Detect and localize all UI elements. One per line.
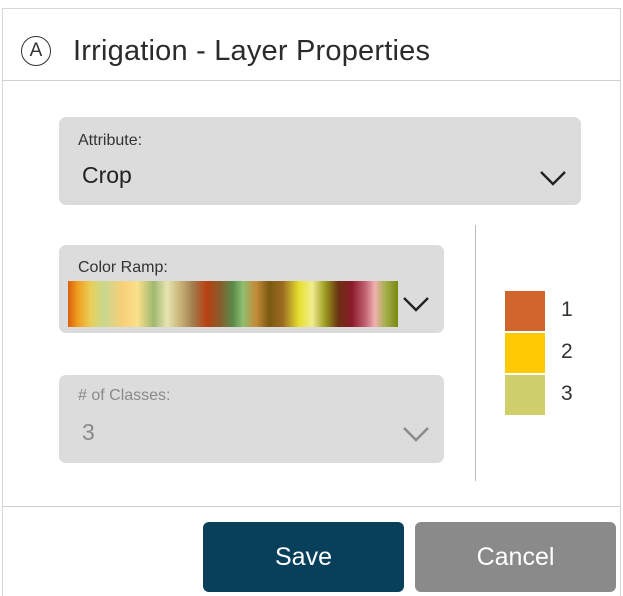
chevron-down-icon [403,427,429,442]
attribute-label: Attribute: [78,132,143,149]
color-ramp-dropdown[interactable]: Color Ramp: [59,245,444,333]
attribute-dropdown[interactable]: Attribute: Crop [59,117,581,205]
classes-dropdown[interactable]: # of Classes: 3 [59,375,444,463]
vertical-divider [475,225,476,481]
layer-letter-icon: A [21,36,51,66]
legend-item: 2 [505,333,605,375]
legend-item: 3 [505,375,605,417]
legend-item: 1 [505,291,605,333]
class-legend: 1 2 3 [505,291,605,417]
color-ramp-label: Color Ramp: [78,259,168,276]
footer-divider [3,506,620,507]
save-button[interactable]: Save [203,522,404,592]
legend-swatch [505,333,545,373]
dialog-title: Irrigation - Layer Properties [73,35,431,67]
layer-properties-dialog: A Irrigation - Layer Properties Attribut… [2,8,621,596]
legend-label: 1 [561,298,573,321]
attribute-value: Crop [82,162,132,188]
legend-label: 3 [561,382,573,405]
dialog-header: A Irrigation - Layer Properties [3,9,620,81]
chevron-down-icon [403,297,429,312]
legend-swatch [505,291,545,331]
chevron-down-icon [540,171,566,186]
classes-value: 3 [82,419,95,445]
classes-label: # of Classes: [78,387,171,404]
legend-label: 2 [561,340,573,363]
legend-swatch [505,375,545,415]
color-ramp-preview [68,281,398,327]
cancel-button[interactable]: Cancel [415,522,616,592]
